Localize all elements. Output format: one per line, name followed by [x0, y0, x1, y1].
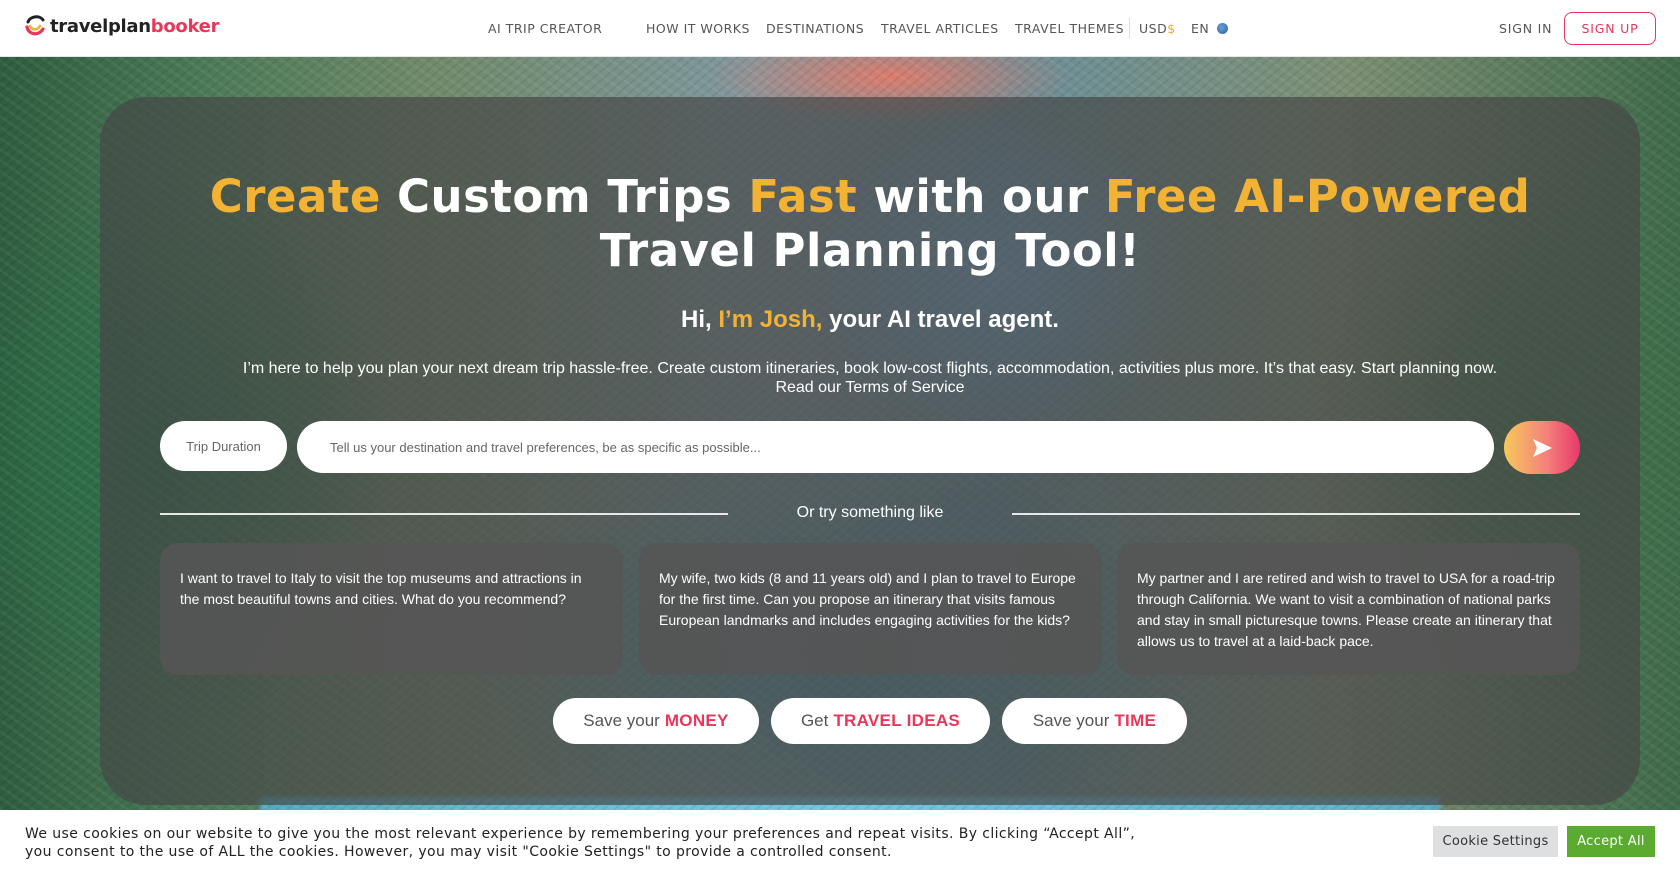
send-arrow-icon [1533, 438, 1552, 457]
cookie-consent-bar: We use cookies on our website to give yo… [0, 810, 1680, 876]
agent-greeting: Hi, I’m Josh, your AI travel agent. [681, 306, 1059, 333]
currency-selector[interactable]: USD$ [1139, 21, 1176, 36]
nav-ai-trip-creator[interactable]: AI TRIP CREATOR [488, 21, 602, 36]
trip-duration-button[interactable]: Trip Duration [160, 421, 287, 471]
sign-in-link[interactable]: SIGN IN [1499, 21, 1552, 36]
pill-save-time[interactable]: Save your TIME [1002, 698, 1187, 744]
trip-prompt-input[interactable] [297, 421, 1494, 473]
sign-up-button[interactable]: SIGN UP [1564, 12, 1656, 45]
send-button[interactable] [1504, 421, 1580, 474]
nav-divider [1129, 18, 1130, 38]
terms-of-service-link[interactable]: Read our Terms of Service [100, 379, 1640, 397]
cookie-settings-button[interactable]: Cookie Settings [1433, 826, 1558, 857]
pill-travel-ideas[interactable]: Get TRAVEL IDEAS [771, 698, 990, 744]
site-logo[interactable]: travelplanbooker [24, 14, 219, 38]
cookie-notice-text: We use cookies on our website to give yo… [25, 826, 1136, 860]
suggestion-card-california[interactable]: My partner and I are retired and wish to… [1117, 543, 1580, 675]
nav-how-it-works[interactable]: HOW IT WORKS [646, 21, 750, 36]
globe-icon [1217, 23, 1229, 34]
nav-travel-themes[interactable]: TRAVEL THEMES [1015, 21, 1124, 36]
suggestion-card-europe-family[interactable]: My wife, two kids (8 and 11 years old) a… [639, 543, 1102, 675]
currency-symbol: $ [1167, 21, 1176, 36]
logo-swirl-icon [25, 15, 45, 36]
pill-save-money[interactable]: Save your MONEY [553, 698, 759, 744]
language-selector[interactable]: EN [1191, 21, 1229, 36]
nav-destinations[interactable]: DESTINATIONS [766, 21, 864, 36]
nav-travel-articles[interactable]: TRAVEL ARTICLES [881, 21, 999, 36]
accept-all-button[interactable]: Accept All [1567, 826, 1655, 857]
hero-headline: Create Custom Trips Fast with our Free A… [209, 170, 1531, 277]
divider-text: Or try something like [796, 504, 944, 521]
hero-description: I’m here to help you plan your next drea… [242, 360, 1498, 377]
logo-text: travelplanbooker [50, 15, 220, 37]
suggestion-card-italy[interactable]: I want to travel to Italy to visit the t… [160, 543, 623, 675]
site-header: travelplanbooker AI TRIP CREATOR HOW IT … [0, 0, 1680, 57]
